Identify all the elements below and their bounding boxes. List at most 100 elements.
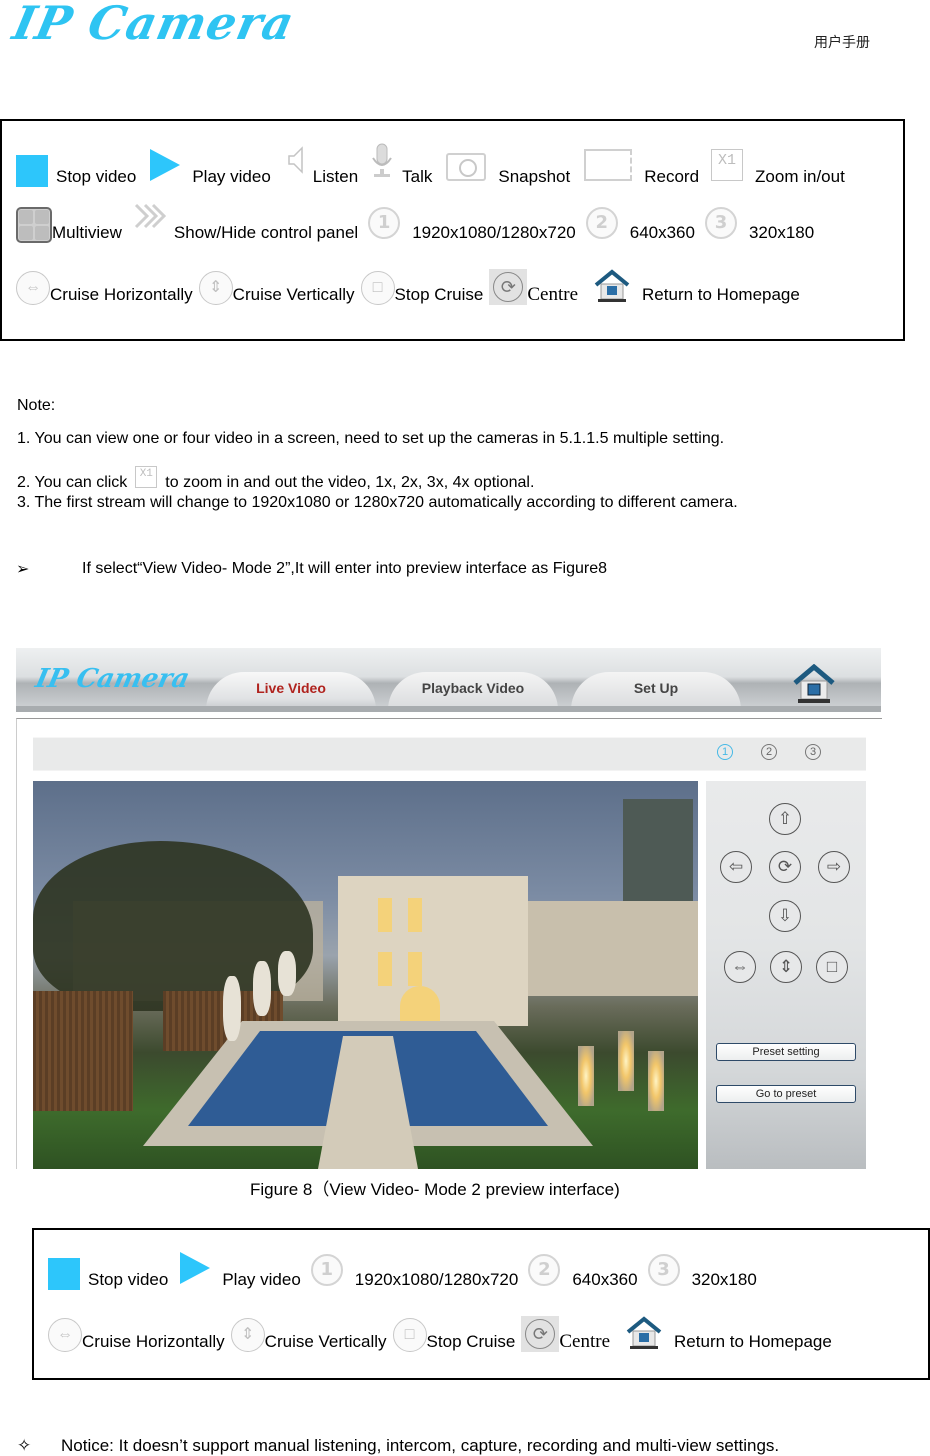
cruise-horizontal-icon: ⇔ — [16, 271, 50, 305]
note-item-2-text: 2. You can click — [17, 474, 128, 491]
legend-label: Centre — [527, 284, 579, 305]
play-triangle-icon — [150, 149, 181, 181]
home-icon — [626, 1316, 662, 1350]
villa — [338, 876, 528, 1026]
note-item-2-suffix: to zoom in and out the video, 1x, 2x, 3x… — [165, 474, 535, 491]
note-heading: Note: — [17, 397, 56, 414]
tab-playback-video[interactable]: Playback Video — [388, 672, 558, 710]
legend-label: Multiview — [52, 223, 122, 242]
zoom-x1-icon: X1 — [135, 466, 158, 488]
background-tower — [623, 799, 693, 909]
tab-set-up[interactable]: Set Up — [571, 672, 741, 710]
circle-2-icon: 2 — [585, 207, 618, 239]
legend-label: 640x360 — [572, 1270, 638, 1289]
tree — [33, 841, 313, 1011]
icon-legend-bottom: Stop video Play video 1 1920x1080/1280x7… — [32, 1228, 930, 1380]
legend-label: Listen — [312, 167, 359, 186]
legend-label: Stop Cruise — [394, 285, 484, 304]
legend-label: 1920x1080/1280x720 — [354, 1270, 519, 1289]
note-item-3: 3. The first stream will change to 1920x… — [17, 494, 738, 511]
legend-label: Show/Hide control panel — [173, 223, 359, 242]
go-to-preset-button[interactable]: Go to preset — [716, 1085, 856, 1103]
house-right — [503, 901, 698, 996]
legend-label: Cruise Horizontally — [50, 285, 193, 304]
notice-text: Notice: It doesn’t support manual listen… — [61, 1436, 780, 1455]
legend-row-2: Multiview Show/Hide control panel 1 1920… — [16, 203, 820, 243]
legend-label: 640x360 — [629, 223, 695, 242]
live-view-area: 1 2 3 ⇧ ⇦ ⟳ ⇨ ⇩ ⇔ ⇕ □ Preset setting Go … — [16, 718, 882, 1169]
icon-legend-top: Stop video Play video Listen Talk Snapsh… — [0, 119, 905, 341]
legend-label: Cruise Vertically — [232, 285, 355, 304]
ptz-centre-button[interactable]: ⟳ — [769, 851, 801, 883]
notice-star-icon: ✧ — [17, 1436, 32, 1455]
stream-1-button[interactable]: 1 — [717, 744, 733, 760]
legend-label: Cruise Vertically — [264, 1332, 387, 1351]
app-logo: IP Camera — [32, 664, 193, 694]
legend-row-1: Stop video Play video 1 1920x1080/1280x7… — [48, 1252, 763, 1290]
video-feed[interactable] — [33, 781, 698, 1169]
stream-toolbar: 1 2 3 — [33, 737, 866, 771]
legend-label: Stop Cruise — [426, 1332, 516, 1351]
tab-live-video[interactable]: Live Video — [206, 672, 376, 710]
stop-square-icon — [16, 155, 48, 187]
cruise-horizontal-button[interactable]: ⇔ — [724, 951, 756, 983]
legend-row-1: Stop video Play video Listen Talk Snapsh… — [16, 143, 851, 187]
legend-label: Centre — [559, 1331, 611, 1352]
figure-caption: Figure 8（View Video- Mode 2 preview inte… — [250, 1180, 620, 1199]
circle-2-icon: 2 — [528, 1254, 561, 1286]
home-icon — [594, 269, 630, 303]
figure-8-preview: IP Camera Live Video Playback Video Set … — [16, 648, 882, 1169]
stream-3-button[interactable]: 3 — [805, 744, 821, 760]
stream-2-button[interactable]: 2 — [761, 744, 777, 760]
legend-row-2: ⇔ Cruise Horizontally ⇕ Cruise Verticall… — [48, 1316, 838, 1352]
legend-label: Zoom in/out — [755, 167, 845, 186]
bullet-text: If select“View Video- Mode 2”,It will en… — [82, 560, 607, 577]
double-chevron-icon — [134, 203, 167, 235]
legend-label: Stop video — [88, 1270, 169, 1289]
note-item-2: 2. You can click X1 to zoom in and out t… — [17, 466, 534, 492]
stop-cruise-icon: □ — [392, 1318, 427, 1352]
legend-label: 320x180 — [748, 223, 815, 242]
circle-3-icon: 3 — [704, 207, 737, 239]
legend-label: Return to Homepage — [642, 285, 800, 304]
home-button[interactable] — [792, 663, 836, 704]
legend-label: Cruise Horizontally — [82, 1332, 225, 1351]
circle-3-icon: 3 — [647, 1254, 680, 1286]
legend-label: Talk — [402, 167, 433, 186]
legend-label: 320x180 — [691, 1270, 757, 1289]
ptz-up-button[interactable]: ⇧ — [769, 803, 801, 835]
ptz-control-panel: ⇧ ⇦ ⟳ ⇨ ⇩ ⇔ ⇕ □ Preset setting Go to pre… — [706, 781, 866, 1169]
preset-setting-button[interactable]: Preset setting — [716, 1043, 856, 1061]
user-manual-label: 用户手册 — [814, 35, 870, 51]
centre-icon: ⟳ — [521, 1316, 560, 1352]
speaker-icon — [287, 145, 305, 181]
legend-label: Snapshot — [498, 167, 571, 186]
fence — [33, 991, 133, 1111]
legend-label: Return to Homepage — [674, 1332, 832, 1351]
cruise-vertical-icon: ⇕ — [198, 271, 233, 305]
play-triangle-icon — [180, 1252, 211, 1284]
stop-square-icon — [48, 1258, 80, 1290]
centre-icon: ⟳ — [489, 269, 528, 305]
legend-label: Record — [644, 167, 700, 186]
zoom-x1-icon: X1 — [711, 149, 744, 181]
circle-1-icon: 1 — [310, 1254, 343, 1286]
legend-label: Stop video — [56, 167, 137, 186]
ip-camera-logo: IP Camera — [8, 0, 300, 50]
stop-cruise-button[interactable]: □ — [816, 951, 848, 983]
cruise-horizontal-icon: ⇔ — [48, 1318, 82, 1352]
legend-label: Play video — [192, 167, 271, 186]
home-icon — [793, 663, 835, 703]
multiview-grid-icon — [16, 207, 52, 243]
microphone-icon — [370, 143, 394, 185]
camera-icon — [446, 153, 487, 181]
video-record-icon — [584, 149, 633, 181]
app-header-bar: IP Camera Live Video Playback Video Set … — [16, 648, 881, 712]
cruise-vertical-button[interactable]: ⇕ — [770, 951, 802, 983]
ptz-left-button[interactable]: ⇦ — [720, 851, 752, 883]
ptz-down-button[interactable]: ⇩ — [769, 900, 801, 932]
legend-label: Play video — [222, 1270, 301, 1289]
ptz-right-button[interactable]: ⇨ — [818, 851, 850, 883]
stop-cruise-icon: □ — [360, 271, 395, 305]
cruise-vertical-icon: ⇕ — [230, 1318, 265, 1352]
